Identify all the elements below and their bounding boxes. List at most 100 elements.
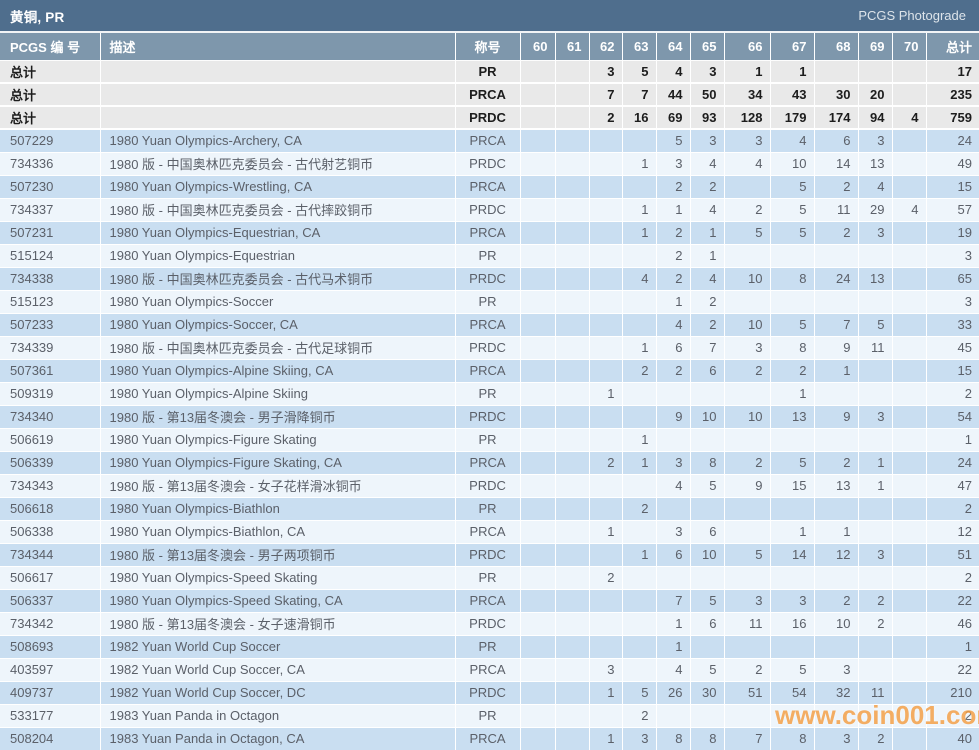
total-count: 65 (925, 266, 979, 290)
coin-id-link[interactable]: 507361 (0, 358, 100, 382)
grade-61-count (554, 427, 589, 451)
coin-id-link[interactable]: 515123 (0, 289, 100, 313)
coin-id-link[interactable]: 506337 (0, 588, 100, 612)
grade-60-count (519, 427, 555, 451)
coin-id-link[interactable]: 734343 (0, 473, 100, 497)
designation-cell: PR (454, 634, 520, 658)
grade-64-count: 1 (655, 611, 690, 635)
grade-66-count: 51 (723, 680, 770, 704)
grade-66-count: 2 (723, 657, 770, 681)
grade-62-count (588, 128, 622, 152)
grade-62-count: 2 (588, 565, 622, 589)
coin-id-link[interactable]: 734339 (0, 335, 100, 359)
grade-67-count: 5 (769, 312, 814, 336)
grade-64-count (655, 703, 690, 727)
grade-62-count (588, 174, 622, 198)
coin-id-link[interactable]: 509319 (0, 381, 100, 405)
column-header-total: 总计 (925, 33, 979, 61)
coin-id-link[interactable]: 533177 (0, 703, 100, 727)
population-table: PCGS 编 号 描述 称号 60 61 62 63 64 65 66 67 68 69 70 总计 … (0, 33, 979, 750)
grade-63-count: 1 (621, 335, 656, 359)
coin-id-link[interactable]: 506339 (0, 450, 100, 474)
total-count: 15 (925, 358, 979, 382)
coin-row: 507233 1980 Yuan Olympics-Soccer, CA PRCA 4… (0, 312, 979, 336)
coin-description: 1980 Yuan Olympics-Alpine Skiing (99, 381, 455, 405)
coin-row: 734339 1980 版 - 中国奥林匹克委员会 - 古代足球铜币 PRDC 1 6 7… (0, 335, 979, 359)
total-count: 3 (925, 289, 979, 313)
coin-description: 1983 Yuan Panda in Octagon (99, 703, 455, 727)
coin-id-link[interactable]: 506619 (0, 427, 100, 451)
coin-description: 1980 Yuan Olympics-Soccer (99, 289, 455, 313)
grade-61-count (554, 335, 589, 359)
coin-id-link[interactable]: 507230 (0, 174, 100, 198)
grade-64-count: 2 (655, 174, 690, 198)
grade-67-count (769, 565, 814, 589)
coin-id-link[interactable]: 409737 (0, 680, 100, 704)
coin-id-link[interactable]: 734337 (0, 197, 100, 221)
grade-60-count (519, 450, 555, 474)
grade-64-count: 69 (655, 106, 690, 130)
coin-id-link[interactable]: 734338 (0, 266, 100, 290)
grade-60-count (519, 404, 555, 428)
coin-id-link[interactable]: 506338 (0, 519, 100, 543)
designation-cell: PRDC (454, 106, 520, 130)
designation-cell: PRCA (454, 450, 520, 474)
grade-65-count: 7 (689, 335, 724, 359)
grade-65-count: 2 (689, 312, 724, 336)
coin-id-link[interactable]: 515124 (0, 243, 100, 267)
grade-65-count: 10 (689, 542, 724, 566)
designation-cell: PRCA (454, 726, 520, 750)
grade-63-count (621, 128, 656, 152)
grade-60-count (519, 289, 555, 313)
coin-description: 1980 Yuan Olympics-Wrestling, CA (99, 174, 455, 198)
coin-id-link[interactable]: 508693 (0, 634, 100, 658)
coin-id-link[interactable]: 508204 (0, 726, 100, 750)
coin-id-link[interactable]: 506617 (0, 565, 100, 589)
grade-64-count: 9 (655, 404, 690, 428)
grade-63-count: 7 (621, 83, 656, 107)
grade-62-count (588, 197, 622, 221)
coin-description: 1980 版 - 第13届冬澳会 - 男子滑降铜币 (99, 404, 455, 428)
grade-60-count (519, 565, 555, 589)
column-header-designation: 称号 (454, 33, 520, 61)
grade-66-count: 2 (723, 197, 770, 221)
grade-65-count: 3 (689, 128, 724, 152)
coin-description: 1982 Yuan World Cup Soccer, CA (99, 657, 455, 681)
grade-61-count (554, 611, 589, 635)
grade-70-count (891, 427, 926, 451)
coin-id-link[interactable]: 734342 (0, 611, 100, 635)
summary-description-empty (99, 106, 455, 130)
grade-63-count (621, 588, 656, 612)
grade-64-count: 44 (655, 83, 690, 107)
grade-69-count: 13 (857, 266, 892, 290)
grade-60-count (519, 312, 555, 336)
photograde-link[interactable]: PCGS Photograde (858, 8, 966, 23)
coin-id-link[interactable]: 507231 (0, 220, 100, 244)
coin-id-link[interactable]: 734340 (0, 404, 100, 428)
coin-id-link[interactable]: 734336 (0, 151, 100, 175)
grade-60-count (519, 542, 555, 566)
grade-69-count (857, 381, 892, 405)
grade-61-count (554, 657, 589, 681)
grade-63-count (621, 404, 656, 428)
grade-70-count: 4 (891, 197, 926, 221)
grade-70-count (891, 519, 926, 543)
grade-63-count (621, 381, 656, 405)
coin-id-link[interactable]: 403597 (0, 657, 100, 681)
total-count: 24 (925, 128, 979, 152)
grade-64-count: 1 (655, 289, 690, 313)
grade-70-count (891, 473, 926, 497)
coin-id-link[interactable]: 734344 (0, 542, 100, 566)
grade-65-count: 6 (689, 611, 724, 635)
coin-id-link[interactable]: 507229 (0, 128, 100, 152)
grade-70-count (891, 726, 926, 750)
total-count: 1 (925, 427, 979, 451)
grade-63-count: 1 (621, 542, 656, 566)
coin-id-link[interactable]: 506618 (0, 496, 100, 520)
grade-61-count (554, 60, 589, 84)
column-header-grade-64: 64 (655, 33, 690, 61)
grade-65-count: 4 (689, 197, 724, 221)
grade-69-count: 3 (857, 220, 892, 244)
coin-id-link[interactable]: 507233 (0, 312, 100, 336)
grade-60-count (519, 726, 555, 750)
